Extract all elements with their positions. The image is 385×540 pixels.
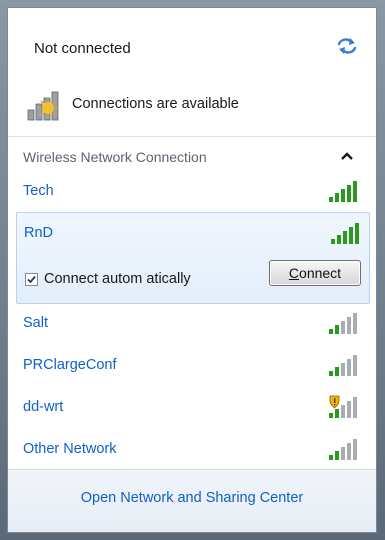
- popup-frame: Not connected Connections are available …: [0, 0, 385, 540]
- availability-row: Connections are available: [26, 86, 239, 122]
- unsecured-signal-icon: [329, 395, 357, 418]
- network-name: Other Network: [23, 441, 117, 457]
- network-item-salt[interactable]: Salt: [8, 304, 376, 344]
- network-name: PRClargeConf: [23, 357, 117, 373]
- network-available-icon: [26, 86, 64, 122]
- network-item-dd-wrt[interactable]: dd-wrt: [8, 388, 376, 428]
- network-item-prclargeconf[interactable]: PRClargeConf: [8, 346, 376, 386]
- signal-strength-icon: [331, 223, 359, 244]
- availability-text: Connections are available: [72, 96, 239, 112]
- signal-strength-icon: [329, 439, 357, 460]
- network-item-other[interactable]: Other Network: [8, 430, 376, 470]
- connect-auto-checkbox[interactable]: [25, 272, 38, 286]
- connection-status: Not connected: [34, 40, 131, 57]
- flyout-footer: Open Network and Sharing Center: [8, 469, 376, 532]
- section-title: Wireless Network Connection: [23, 149, 207, 165]
- network-name: Salt: [23, 315, 48, 331]
- open-network-center-link[interactable]: Open Network and Sharing Center: [8, 490, 376, 506]
- network-name: Tech: [23, 183, 54, 199]
- connect-button[interactable]: Connect: [269, 260, 361, 286]
- network-item-tech[interactable]: Tech: [8, 172, 376, 212]
- network-item-rnd-expanded[interactable]: RnD Connect autom atically Connect: [16, 212, 370, 304]
- network-flyout: Not connected Connections are available …: [7, 7, 377, 533]
- network-name: dd-wrt: [23, 399, 64, 415]
- connect-button-accesskey: C: [288, 265, 300, 281]
- chevron-up-icon[interactable]: [340, 149, 354, 163]
- connect-auto-label: Connect autom atically: [44, 271, 191, 287]
- status-header: Not connected Connections are available: [8, 8, 376, 121]
- network-item-rnd[interactable]: RnD: [17, 213, 369, 253]
- refresh-icon[interactable]: [336, 36, 358, 56]
- signal-strength-icon: [329, 355, 357, 376]
- divider: [8, 136, 376, 137]
- signal-strength-icon: [329, 313, 357, 334]
- network-name: RnD: [24, 225, 54, 241]
- signal-strength-icon: [329, 181, 357, 202]
- connect-button-label: onnect: [299, 265, 342, 281]
- connect-auto-row[interactable]: Connect autom atically: [25, 271, 191, 287]
